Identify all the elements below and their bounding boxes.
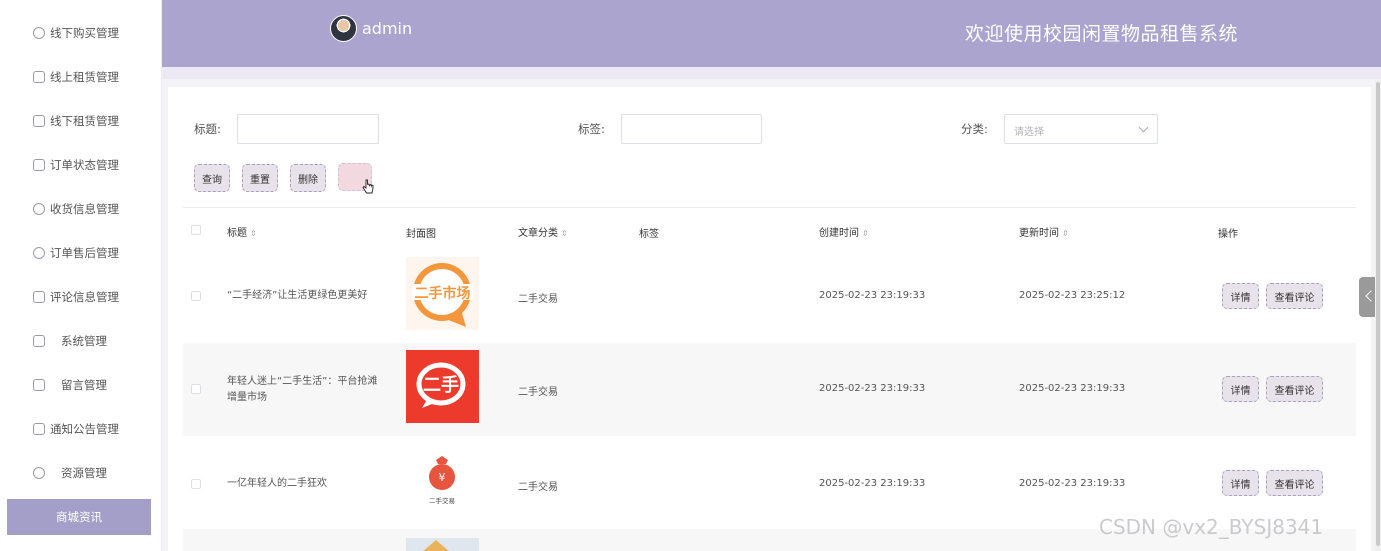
cover-text: 二手交易 (429, 496, 455, 505)
header-updated[interactable]: 更新时间 ⇕ (1019, 224, 1069, 239)
sidebar-item-notices[interactable]: 通知公告管理 (7, 411, 151, 447)
calendar-icon (33, 159, 45, 171)
detail-button[interactable]: 详情 (1222, 376, 1259, 402)
row-category: 二手交易 (518, 387, 558, 398)
main-content: 标题: 标签: 分类: 请选择 查询 重置 删除 添加 标题 ⇕ 封面图 文章分… (162, 79, 1381, 551)
table-header: 标题 ⇕ 封面图 文章分类 ⇕ 标签 创建时间 ⇕ 更新时间 ⇕ 操作 (183, 207, 1356, 252)
refresh-icon (33, 27, 45, 39)
sidebar-item-label: 线下租赁管理 (50, 114, 119, 128)
detail-button[interactable]: 详情 (1222, 470, 1259, 496)
sidebar-item-label: 订单状态管理 (50, 158, 119, 172)
delete-button[interactable]: 删除 (290, 164, 326, 192)
sidebar-item-online-rental[interactable]: 线上租赁管理 (7, 59, 151, 95)
sidebar-item-label: 通知公告管理 (50, 422, 119, 436)
row-created: 2025-02-23 23:19:33 (819, 383, 926, 394)
sidebar-item-label: 线下购买管理 (50, 26, 119, 40)
sidebar-item-label: 线上租赁管理 (50, 70, 119, 84)
row-checkbox[interactable] (191, 291, 201, 301)
watermark: CSDN @vx2_BYSJ8341 (1099, 515, 1324, 539)
row-updated: 2025-02-23 23:19:33 (1019, 478, 1126, 489)
refresh-icon (33, 467, 45, 479)
reset-button[interactable]: 重置 (242, 164, 278, 192)
row-checkbox[interactable] (191, 479, 201, 489)
row-created: 2025-02-23 23:19:33 (819, 478, 926, 489)
row-title: 年轻人迷上“二手生活”：平台抢滩增量市场 (227, 376, 378, 403)
header-category[interactable]: 文章分类 ⇕ (518, 224, 568, 239)
header-ops: 操作 (1218, 229, 1238, 240)
sidebar-item-system[interactable]: 系统管理 (7, 323, 151, 359)
header-created[interactable]: 创建时间 ⇕ (819, 224, 869, 239)
cover-text: 二手 (423, 374, 459, 396)
cover-image: 二手市场 (406, 257, 479, 330)
sidebar-item-mall-news[interactable]: 商城资讯 (7, 499, 151, 535)
query-button[interactable]: 查询 (194, 164, 230, 192)
cover-image: 二手 (406, 350, 479, 423)
sidebar-item-offline-rental[interactable]: 线下租赁管理 (7, 103, 151, 139)
header-title[interactable]: 标题 ⇕ (227, 224, 257, 239)
calendar-icon (33, 335, 45, 347)
cover-text: 二手市场 (415, 285, 471, 302)
row-updated: 2025-02-23 23:19:33 (1019, 383, 1126, 394)
view-comments-button[interactable]: 查看评论 (1266, 283, 1323, 309)
view-comments-button[interactable]: 查看评论 (1266, 470, 1323, 496)
detail-button[interactable]: 详情 (1222, 283, 1259, 309)
row-title: 一亿年轻人的二手狂欢 (227, 478, 327, 489)
sidebar-item-label: 收货信息管理 (50, 202, 119, 216)
select-all-checkbox[interactable] (191, 225, 201, 235)
sidebar-item-label: 留言管理 (61, 378, 107, 392)
title-filter-input[interactable] (237, 114, 379, 144)
row-created: 2025-02-23 23:19:33 (819, 290, 926, 301)
header-divider (162, 67, 1381, 79)
sidebar-item-label: 商城资讯 (56, 510, 102, 524)
svg-text:¥: ¥ (439, 471, 446, 484)
sidebar: 线下购买管理 线上租赁管理 线下租赁管理 订单状态管理 收货信息管理 订单售后管… (0, 0, 162, 551)
sidebar-item-label: 资源管理 (61, 466, 107, 480)
sidebar-item-label: 评论信息管理 (50, 290, 119, 304)
chevron-down-icon (1138, 122, 1149, 133)
star-icon (33, 291, 45, 303)
site-title: 欢迎使用校园闲置物品租售系统 (965, 23, 1239, 45)
sidebar-item-shipping-info[interactable]: 收货信息管理 (7, 191, 151, 227)
content-panel: 标题: 标签: 分类: 请选择 查询 重置 删除 添加 标题 ⇕ 封面图 文章分… (168, 87, 1371, 551)
category-select[interactable]: 请选择 (1004, 114, 1158, 144)
row-title: “二手经济”让生活更绿色更美好 (227, 290, 368, 301)
header-tags: 标签 (639, 229, 659, 240)
table-row: “二手经济”让生活更绿色更美好 二手市场 二手交易 2025-02-23 23:… (183, 250, 1356, 343)
sidebar-item-offline-purchase[interactable]: 线下购买管理 (7, 15, 151, 51)
trash-icon (33, 379, 45, 391)
view-comments-button[interactable]: 查看评论 (1266, 376, 1323, 402)
refresh-icon (33, 247, 45, 259)
scrollbar[interactable] (1375, 80, 1381, 551)
avatar[interactable] (330, 15, 357, 42)
category-filter-label: 分类: (961, 122, 988, 136)
sidebar-item-resources[interactable]: 资源管理 (7, 455, 151, 491)
header-cover: 封面图 (406, 229, 436, 240)
sidebar-item-order-status[interactable]: 订单状态管理 (7, 147, 151, 183)
tag-filter-label: 标签: (578, 122, 605, 136)
refresh-icon (33, 203, 45, 215)
row-updated: 2025-02-23 23:25:12 (1019, 290, 1126, 301)
row-category: 二手交易 (518, 294, 558, 305)
cover-image (406, 538, 479, 551)
cover-image: ¥ 二手交易 (406, 446, 479, 519)
title-filter-label: 标题: (194, 122, 221, 136)
sidebar-item-label: 系统管理 (61, 334, 107, 348)
tag-filter-input[interactable] (621, 114, 762, 144)
hand-cursor-icon (362, 179, 374, 194)
calendar-icon (33, 71, 45, 83)
sidebar-item-label: 订单售后管理 (50, 246, 119, 260)
trash-icon (33, 115, 45, 127)
row-category: 二手交易 (518, 482, 558, 493)
page: 线下购买管理 线上租赁管理 线下租赁管理 订单状态管理 收货信息管理 订单售后管… (0, 0, 1381, 551)
calendar-icon (33, 423, 45, 435)
username[interactable]: admin (362, 19, 412, 38)
sidebar-item-after-sales[interactable]: 订单售后管理 (7, 235, 151, 271)
row-checkbox[interactable] (191, 384, 201, 394)
sidebar-item-comments[interactable]: 评论信息管理 (7, 279, 151, 315)
sidebar-item-messages[interactable]: 留言管理 (7, 367, 151, 403)
category-select-placeholder: 请选择 (1014, 127, 1044, 138)
table-row: 年轻人迷上“二手生活”：平台抢滩增量市场 二手 二手交易 2025-02-23 … (183, 343, 1356, 436)
